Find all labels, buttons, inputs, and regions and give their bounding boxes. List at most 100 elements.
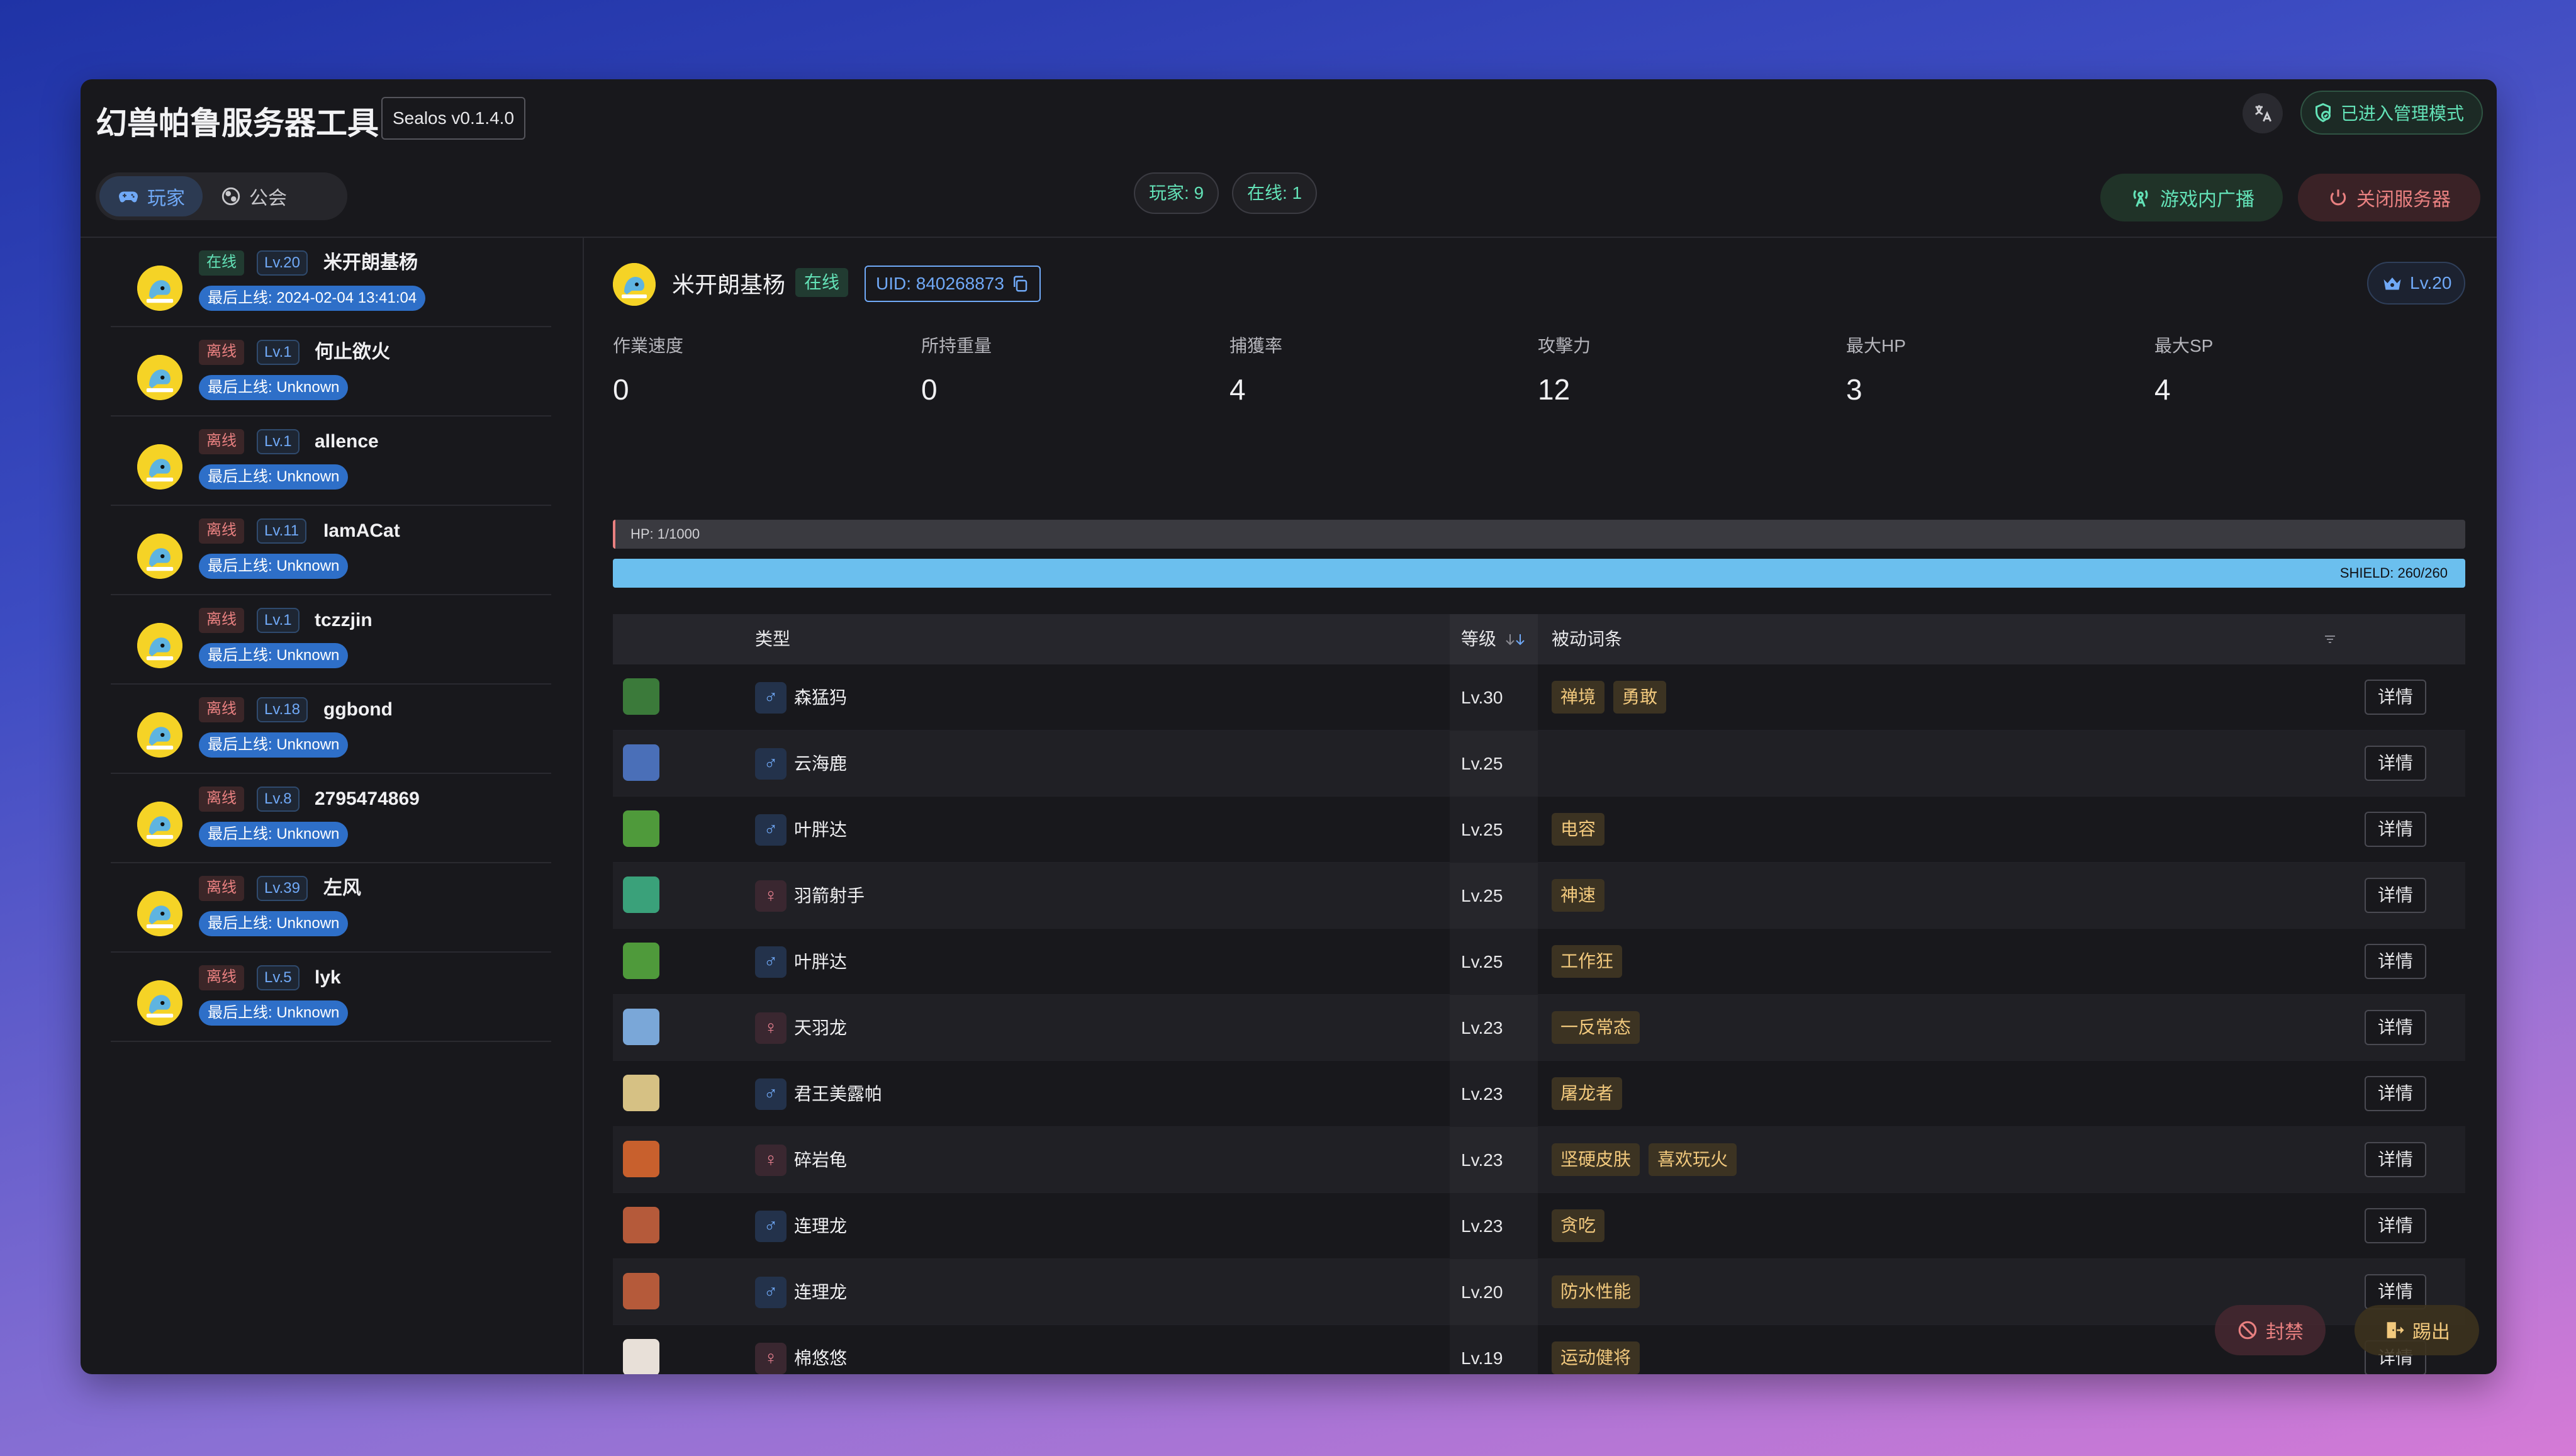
pal-icon — [623, 1273, 659, 1309]
stat-work-speed: 作業速度 0 — [613, 332, 921, 406]
online-count-tag: 在线: 1 — [1232, 172, 1318, 214]
uid-text: UID: 840268873 — [876, 274, 1004, 293]
table-row: ♂ 君王美露帕 Lv.23 屠龙者 详情 — [613, 1061, 2465, 1127]
player-list-item[interactable]: 离线 Lv.11 IamACat 最后上线: Unknown — [111, 506, 551, 595]
tab-guilds-label: 公会 — [249, 188, 287, 209]
pal-name: 森猛犸 — [794, 688, 848, 707]
passive-skills: 电容 — [1552, 813, 1605, 846]
ban-label: 封禁 — [2266, 1322, 2304, 1343]
status-badge: 离线 — [199, 608, 244, 633]
status-badge: 离线 — [199, 876, 244, 901]
passive-skills: 坚硬皮肤 喜欢玩火 — [1552, 1143, 1737, 1176]
detail-button[interactable]: 详情 — [2365, 1142, 2426, 1177]
player-name: 何止欲火 — [315, 342, 390, 362]
app-window: 幻兽帕鲁服务器工具 Sealos v0.1.4.0 已进入管理模式 玩家 公会 … — [81, 79, 2497, 1374]
avatar — [137, 266, 182, 311]
player-list-item[interactable]: 离线 Lv.5 lyk 最后上线: Unknown — [111, 953, 551, 1042]
female-icon: ♀ — [755, 1012, 787, 1044]
version-tag: Sealos v0.1.4.0 — [381, 97, 526, 140]
stat-value: 4 — [2154, 373, 2171, 406]
pal-name: 叶胖达 — [794, 820, 848, 839]
passive-skill-tag: 防水性能 — [1552, 1275, 1640, 1308]
last-seen-tag: 最后上线: Unknown — [199, 911, 349, 936]
pal-level: Lv.25 — [1461, 886, 1503, 905]
tab-guilds[interactable]: 公会 — [203, 176, 305, 216]
language-button[interactable] — [2243, 93, 2283, 133]
header-type[interactable]: 类型 — [755, 614, 790, 664]
last-seen-tag: 最后上线: Unknown — [199, 822, 349, 847]
detail-button[interactable]: 详情 — [2365, 1208, 2426, 1243]
detail-button[interactable]: 详情 — [2365, 944, 2426, 979]
player-list-item[interactable]: 离线 Lv.1 allence 最后上线: Unknown — [111, 417, 551, 506]
status-badge: 离线 — [199, 787, 244, 812]
broadcast-button[interactable]: 游戏内广播 — [2100, 174, 2283, 221]
sidebar-divider — [583, 238, 584, 1374]
ban-button[interactable]: 封禁 — [2215, 1305, 2326, 1355]
table-body: ♂ 森猛犸 Lv.30 禅境 勇敢 详情 ♂ 云海鹿 Lv.25 详情 ♂ 叶胖达 Lv.25 电容 详情 ♀… — [613, 664, 2465, 1374]
passive-skill-tag: 运动健将 — [1552, 1341, 1640, 1374]
view-tabs: 玩家 公会 — [96, 172, 347, 220]
status-badge: 离线 — [199, 429, 244, 454]
shield-bar: SHIELD: 260/260 — [613, 559, 2465, 588]
last-seen-tag: 最后上线: 2024-02-04 13:41:04 — [199, 286, 426, 311]
detail-button[interactable]: 详情 — [2365, 746, 2426, 781]
status-badge: 离线 — [199, 697, 244, 722]
detail-button[interactable]: 详情 — [2365, 812, 2426, 847]
copy-icon[interactable] — [1011, 274, 1029, 293]
player-name: 2795474869 — [315, 788, 420, 809]
player-list-item[interactable]: 离线 Lv.39 左风 最后上线: Unknown — [111, 863, 551, 953]
detail-button[interactable]: 详情 — [2365, 1010, 2426, 1045]
hp-text: HP: 1/1000 — [630, 526, 700, 542]
detail-button[interactable]: 详情 — [2365, 1274, 2426, 1309]
table-row: ♂ 云海鹿 Lv.25 详情 — [613, 731, 2465, 797]
admin-mode-button[interactable]: 已进入管理模式 — [2300, 91, 2483, 135]
uid-copy-tag[interactable]: UID: 840268873 — [865, 266, 1041, 302]
last-seen-tag: 最后上线: Unknown — [199, 732, 349, 758]
player-list-item[interactable]: 在线 Lv.20 米开朗基杨 最后上线: 2024-02-04 13:41:04 — [111, 238, 551, 327]
pal-name: 棉悠悠 — [794, 1348, 848, 1368]
pal-name: 连理龙 — [794, 1216, 848, 1236]
passive-skill-tag: 禅境 — [1552, 681, 1605, 714]
pal-name: 连理龙 — [794, 1282, 848, 1302]
stat-max-hp: 最大HP 3 — [1846, 332, 2154, 406]
pal-level: Lv.20 — [1461, 1282, 1503, 1302]
kick-button[interactable]: 踢出 — [2355, 1305, 2479, 1355]
passive-skills: 禅境 勇敢 — [1552, 681, 1667, 714]
tab-players-label: 玩家 — [147, 188, 185, 209]
pal-name: 天羽龙 — [794, 1018, 848, 1038]
level-tag: Lv.8 — [257, 787, 300, 812]
pal-name: 碎岩龟 — [794, 1150, 848, 1170]
pal-icon — [623, 678, 659, 715]
header-level[interactable]: 等级 — [1461, 614, 1496, 664]
table-row: ♀ 羽箭射手 Lv.25 神速 详情 — [613, 863, 2465, 929]
shutdown-label: 关闭服务器 — [2356, 189, 2451, 210]
player-list-item[interactable]: 离线 Lv.18 ggbond 最后上线: Unknown — [111, 685, 551, 774]
shutdown-server-button[interactable]: 关闭服务器 — [2298, 174, 2480, 221]
sort-desc-icon[interactable] — [1513, 632, 1528, 647]
male-icon: ♂ — [755, 1078, 787, 1110]
shield-check-icon — [2316, 103, 2331, 123]
globe-icon — [221, 187, 240, 206]
pal-icon — [623, 1339, 659, 1374]
pal-icon — [623, 744, 659, 781]
stat-label: 最大SP — [2154, 336, 2214, 356]
filter-icon[interactable] — [2322, 632, 2338, 647]
last-seen-tag: 最后上线: Unknown — [199, 643, 349, 668]
avatar — [137, 712, 182, 758]
tab-players[interactable]: 玩家 — [99, 176, 203, 216]
passive-skills: 神速 — [1552, 879, 1605, 912]
pal-icon — [623, 1207, 659, 1243]
female-icon: ♀ — [755, 1145, 787, 1176]
player-list-item[interactable]: 离线 Lv.1 tczzjin 最后上线: Unknown — [111, 595, 551, 685]
stat-label: 最大HP — [1846, 336, 1906, 356]
detail-button[interactable]: 详情 — [2365, 878, 2426, 913]
pal-name: 云海鹿 — [794, 754, 848, 773]
pal-level: Lv.30 — [1461, 688, 1503, 707]
player-list-item[interactable]: 离线 Lv.1 何止欲火 最后上线: Unknown — [111, 327, 551, 417]
player-stats: 作業速度 0 所持重量 0 捕獲率 4 攻擊力 12 最大HP 3 最大SP 4 — [613, 332, 2463, 406]
stat-max-sp: 最大SP 4 — [2154, 332, 2463, 406]
app-title: 幻兽帕鲁服务器工具 — [96, 106, 379, 141]
detail-button[interactable]: 详情 — [2365, 1076, 2426, 1111]
detail-button[interactable]: 详情 — [2365, 680, 2426, 715]
player-list-item[interactable]: 离线 Lv.8 2795474869 最后上线: Unknown — [111, 774, 551, 863]
